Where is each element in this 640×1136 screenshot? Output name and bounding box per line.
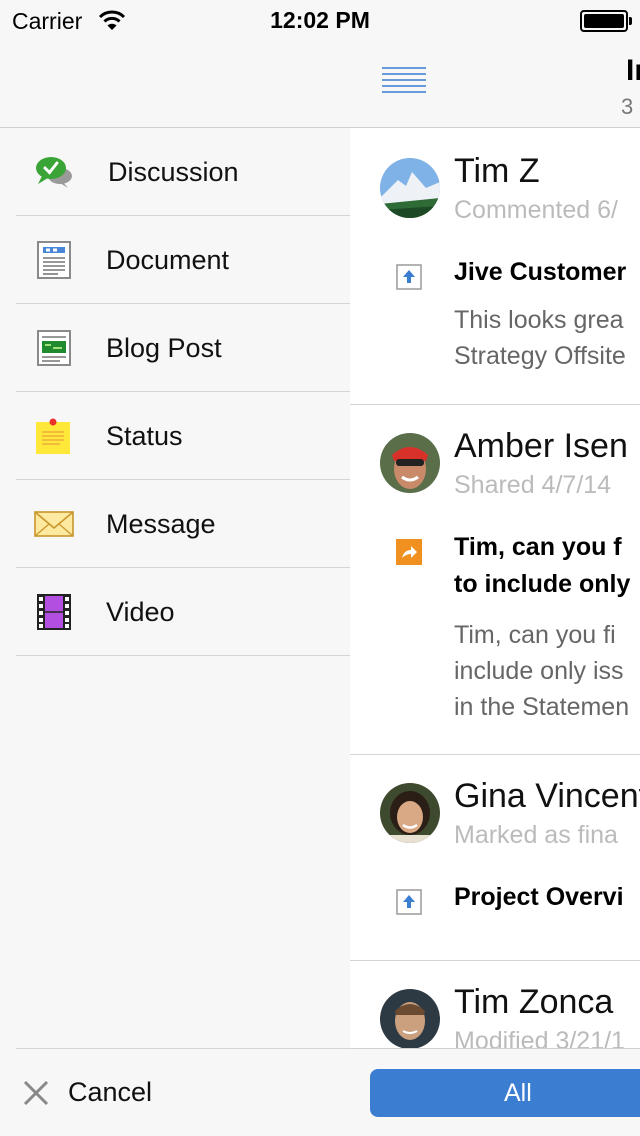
- status-note-icon: [36, 418, 70, 454]
- feed-item[interactable]: Gina Vincent Marked as fina Project Over…: [350, 755, 640, 961]
- content-excerpt-line: Tim, can you fi: [454, 621, 616, 649]
- document-icon: [37, 241, 71, 279]
- create-menu-list: Discussion Document Blog Post Status Mes…: [16, 128, 350, 656]
- content-excerpt-line: Strategy Offsite: [454, 342, 626, 370]
- feed-item[interactable]: Tim Z Commented 6/ Jive Customer This lo…: [350, 128, 640, 405]
- activity-meta: Commented 6/: [454, 196, 618, 224]
- close-icon: [23, 1080, 49, 1106]
- clock: 12:02 PM: [270, 7, 370, 33]
- menu-label-blog-post: Blog Post: [106, 333, 222, 363]
- author-name[interactable]: Tim Z: [454, 152, 540, 191]
- page-title: In: [626, 54, 640, 87]
- menu-label-status: Status: [106, 421, 183, 451]
- avatar[interactable]: [380, 989, 440, 1049]
- share-arrow-icon: [396, 539, 422, 565]
- avatar[interactable]: [380, 158, 440, 218]
- menu-label-document: Document: [106, 245, 230, 275]
- page-subtitle: 3: [621, 94, 634, 119]
- filter-all-button[interactable]: All: [370, 1069, 640, 1117]
- content-title-line[interactable]: to include only: [454, 566, 640, 603]
- discussion-icon: [36, 157, 72, 188]
- document-upload-icon: [396, 264, 422, 290]
- document-upload-icon: [396, 889, 422, 915]
- content-excerpt-line: in the Statemen: [454, 693, 630, 721]
- content-title[interactable]: Tim, can you f: [454, 529, 640, 566]
- cancel-label: Cancel: [68, 1077, 153, 1107]
- menu-item-document[interactable]: Document: [16, 216, 350, 304]
- menu-label-message: Message: [106, 509, 216, 539]
- nav-bar: In 3: [350, 40, 640, 128]
- menu-item-message[interactable]: Message: [16, 480, 350, 568]
- inbox-panel: In 3 Tim Z Commented 6/ Jive Customer Th…: [350, 40, 640, 1136]
- content-title[interactable]: Project Overvi: [454, 879, 640, 916]
- content-excerpt-line: include only iss: [454, 657, 624, 685]
- activity-meta: Shared 4/7/14: [454, 471, 612, 499]
- create-menu-drawer: Discussion Document Blog Post Status Mes…: [0, 40, 350, 1136]
- menu-item-blog-post[interactable]: Blog Post: [16, 304, 350, 392]
- menu-item-video[interactable]: Video: [16, 568, 350, 656]
- cancel-button[interactable]: Cancel: [16, 1048, 350, 1136]
- avatar[interactable]: [380, 433, 440, 493]
- menu-label-discussion: Discussion: [108, 157, 239, 187]
- status-bar: Carrier 12:02 PM: [0, 0, 640, 40]
- film-icon: [37, 594, 71, 630]
- content-title[interactable]: Jive Customer: [454, 254, 640, 291]
- menu-item-status[interactable]: Status: [16, 392, 350, 480]
- envelope-icon: [34, 511, 74, 537]
- activity-meta: Marked as fina: [454, 821, 618, 849]
- author-name[interactable]: Tim Zonca: [454, 983, 613, 1022]
- blog-post-icon: [37, 330, 71, 366]
- author-name[interactable]: Amber Isen: [454, 427, 628, 466]
- menu-label-video: Video: [106, 597, 175, 627]
- drawer-header: [0, 40, 350, 128]
- menu-icon[interactable]: [382, 66, 426, 96]
- avatar[interactable]: [380, 783, 440, 843]
- feed-item[interactable]: Amber Isen Shared 4/7/14 Tim, can you f …: [350, 405, 640, 755]
- menu-item-discussion[interactable]: Discussion: [16, 128, 350, 216]
- activity-feed: Tim Z Commented 6/ Jive Customer This lo…: [350, 128, 640, 1136]
- author-name[interactable]: Gina Vincent: [454, 777, 640, 816]
- content-excerpt-line: This looks grea: [454, 306, 624, 334]
- battery-icon: [580, 10, 632, 32]
- filter-bar: All: [350, 1048, 640, 1136]
